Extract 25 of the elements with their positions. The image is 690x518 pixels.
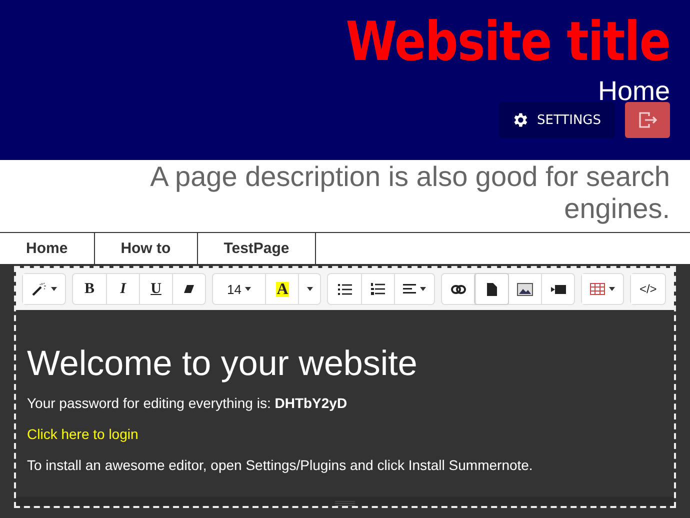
video-icon — [550, 284, 566, 294]
password-text: Your password for editing everything is: DHTbY2yD — [27, 394, 348, 412]
site-title: Website title — [344, 9, 670, 75]
align-icon — [403, 284, 416, 294]
nav-tab[interactable]: Home — [0, 233, 95, 264]
image-icon — [517, 282, 534, 296]
nav-tab[interactable]: How to — [94, 233, 198, 264]
logout-icon — [638, 111, 658, 129]
document-icon — [487, 282, 498, 296]
nav-tab[interactable]: TestPage — [198, 233, 316, 264]
eraser-icon — [183, 284, 195, 294]
document-button[interactable] — [475, 274, 508, 304]
install-note: To install an awesome editor, open Settings/Plugins and click Install Summernote. — [27, 456, 534, 474]
login-link[interactable]: Click here to login — [27, 426, 138, 442]
logout-button[interactable] — [625, 102, 670, 138]
page-description: A page description is also good for search engines. — [149, 160, 670, 225]
numbered-list-icon — [371, 283, 386, 295]
content-heading: Welcome to your website — [27, 344, 418, 384]
magic-wand-icon — [31, 282, 47, 296]
table-icon — [590, 283, 606, 295]
settings-button[interactable]: SETTINGS — [498, 102, 615, 138]
link-icon — [451, 284, 466, 294]
bullet-list-icon — [338, 284, 352, 294]
resize-handle-icon[interactable] — [335, 501, 355, 506]
caret-icon — [306, 287, 313, 291]
